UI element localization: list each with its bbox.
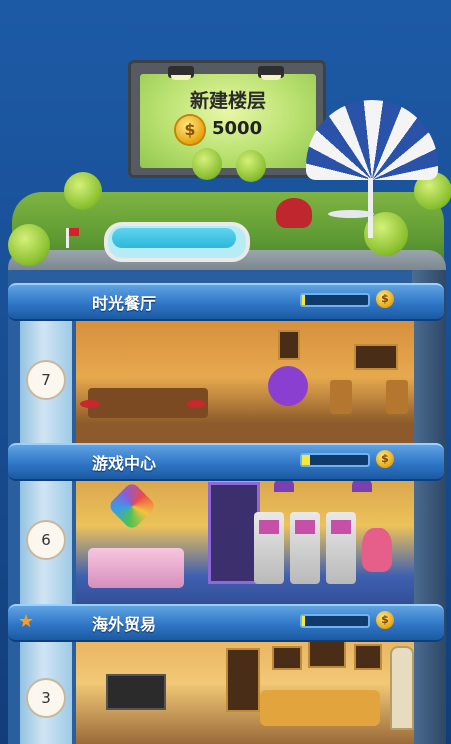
arcade-machine-icon[interactable] bbox=[254, 512, 284, 584]
wall-frame-icon bbox=[354, 344, 398, 370]
floor-6-progress-bar bbox=[300, 453, 370, 467]
floor-3-name: 海外贸易 bbox=[92, 615, 157, 634]
sofa-icon bbox=[260, 690, 380, 726]
potted-plant-icon bbox=[192, 148, 222, 180]
collect-coin-icon[interactable]: $ bbox=[376, 611, 394, 629]
floor-7-room[interactable] bbox=[76, 310, 414, 444]
wooden-chair-icon bbox=[386, 380, 408, 414]
floor-3-progress-bar bbox=[300, 614, 370, 628]
star-icon: ★ bbox=[18, 611, 35, 632]
back-door bbox=[226, 648, 260, 712]
progress-fill bbox=[302, 295, 306, 305]
collect-coin-icon[interactable]: $ bbox=[376, 290, 394, 308]
building-side-wall bbox=[412, 270, 446, 744]
arcade-machine-icon[interactable] bbox=[290, 512, 320, 584]
arcade-machine-icon[interactable] bbox=[326, 512, 356, 584]
umbrella-pole bbox=[368, 178, 373, 238]
gold-coin-icon: $ bbox=[176, 116, 204, 144]
round-bush-icon bbox=[64, 172, 102, 210]
build-floor-title: 新建楼层 bbox=[189, 90, 266, 112]
girl-character-icon[interactable] bbox=[362, 528, 392, 572]
golf-flag-icon bbox=[69, 228, 79, 236]
guest-character-icon[interactable] bbox=[268, 366, 308, 406]
progress-fill bbox=[302, 616, 306, 626]
floor-number-badge[interactable]: 3 bbox=[26, 678, 66, 718]
game-reception-counter bbox=[88, 548, 184, 588]
tv-screen-icon bbox=[106, 674, 166, 710]
lounge-chair-icon bbox=[276, 198, 312, 228]
collect-coin-icon[interactable]: $ bbox=[376, 450, 394, 468]
round-bush-icon bbox=[8, 224, 50, 266]
bar-stool-icon bbox=[80, 400, 100, 408]
floor-6-name: 游戏中心 bbox=[92, 454, 157, 473]
spotlight-left-icon bbox=[168, 66, 194, 80]
progress-fill bbox=[302, 455, 310, 465]
floor-7-name: 时光餐厅 bbox=[92, 294, 157, 313]
wall-frame-icon bbox=[278, 330, 300, 360]
pool-water bbox=[112, 228, 236, 248]
build-floor-cost: 5000 bbox=[212, 118, 263, 139]
floor-number-badge[interactable]: 6 bbox=[26, 520, 66, 560]
potted-plant-icon bbox=[236, 150, 266, 182]
patio-table bbox=[328, 210, 374, 218]
grandfather-clock-icon bbox=[390, 646, 414, 730]
doorway bbox=[208, 482, 260, 584]
bar-stool-icon bbox=[186, 400, 206, 408]
wall-frame-icon bbox=[354, 644, 382, 670]
floor-number-badge[interactable]: 7 bbox=[26, 360, 66, 400]
wooden-chair-icon bbox=[330, 380, 352, 414]
floor-7-progress-bar bbox=[300, 293, 370, 307]
wall-frame-icon bbox=[272, 646, 302, 670]
wall-frame-icon bbox=[308, 640, 346, 668]
spotlight-right-icon bbox=[258, 66, 284, 80]
